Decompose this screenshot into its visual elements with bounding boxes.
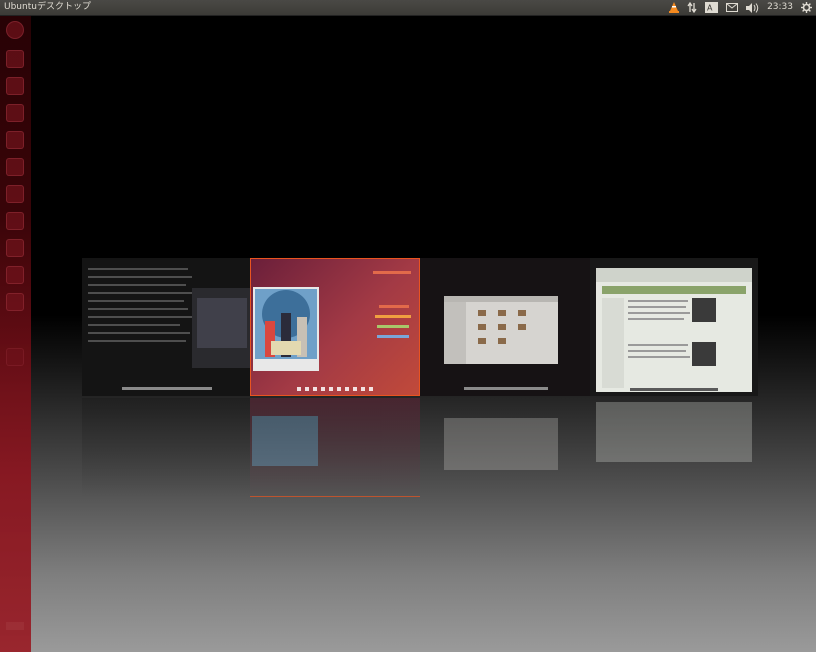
panel-title: Ubuntuデスクトップ — [4, 2, 91, 12]
browser-icon[interactable] — [6, 77, 24, 95]
reflection-browser-window — [596, 402, 752, 462]
panel-clock[interactable]: 23:33 — [767, 0, 793, 15]
web-browser-thumbnail — [590, 258, 758, 396]
launcher-bottom-icon — [6, 622, 24, 630]
web-browser-reflection — [590, 398, 758, 498]
switcher-window-file-manager[interactable] — [420, 258, 590, 396]
calc-icon[interactable] — [6, 131, 24, 149]
writer-icon[interactable] — [6, 104, 24, 122]
switcher-window-web-browser[interactable] — [590, 258, 758, 396]
files-icon[interactable] — [6, 50, 24, 68]
keyboard-input-icon[interactable]: A — [705, 0, 719, 15]
indicator-area: A 23:33 — [669, 0, 816, 15]
reflection-photo — [252, 416, 318, 466]
selected-reflection-border — [250, 496, 420, 497]
volume-icon[interactable] — [746, 0, 759, 15]
gear-icon[interactable] — [801, 0, 812, 15]
update-manager-icon[interactable] — [6, 293, 24, 311]
trash-icon[interactable] — [6, 348, 24, 366]
vlc-cone-icon[interactable] — [669, 0, 680, 15]
image-viewer-reflection — [250, 398, 420, 498]
switcher-window-image-viewer[interactable] — [250, 258, 420, 396]
file-manager-thumbnail — [420, 258, 590, 396]
system-settings-icon[interactable] — [6, 239, 24, 257]
dash-home-icon[interactable] — [6, 21, 24, 39]
file-manager-reflection — [420, 398, 590, 498]
switcher-window-terminal[interactable] — [82, 258, 250, 396]
launcher — [0, 15, 31, 652]
network-updown-icon[interactable] — [687, 0, 697, 15]
keyboard-indicator-label: A — [707, 4, 713, 13]
reflection-file-window — [444, 418, 558, 470]
software-center-icon[interactable] — [6, 185, 24, 203]
impress-icon[interactable] — [6, 158, 24, 176]
home-folder-icon[interactable] — [6, 212, 24, 230]
workspace-icon[interactable] — [6, 266, 24, 284]
top-panel: Ubuntuデスクトップ A 23:33 — [0, 0, 816, 15]
terminal-reflection — [82, 398, 250, 498]
terminal-thumbnail — [82, 258, 250, 396]
image-viewer-thumbnail — [253, 271, 411, 391]
mail-icon[interactable] — [726, 0, 739, 15]
